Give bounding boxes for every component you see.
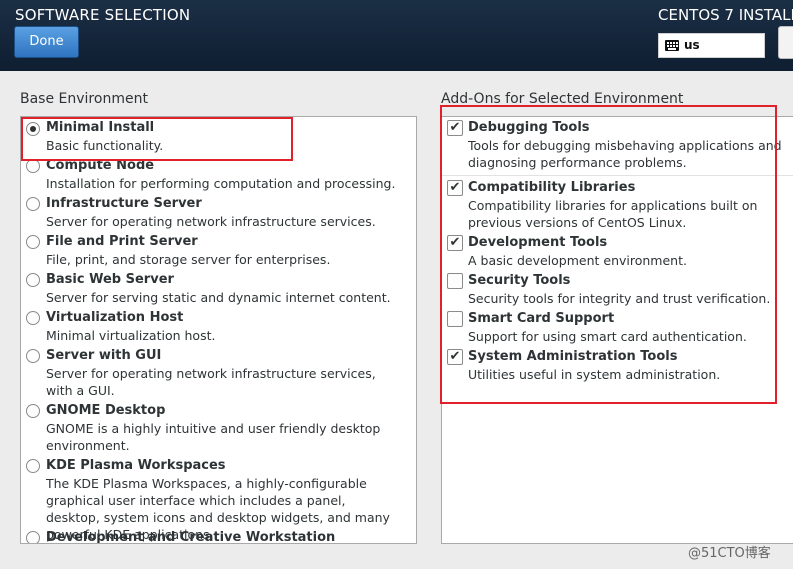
help-button[interactable] xyxy=(778,26,793,59)
env-name: GNOME Desktop xyxy=(46,403,166,418)
env-description: Server for operating network infrastruct… xyxy=(46,366,376,398)
annotation-box-minimal-install xyxy=(21,117,293,161)
page-title: SOFTWARE SELECTION xyxy=(15,6,191,24)
product-title: CENTOS 7 INSTALL xyxy=(658,6,793,24)
env-description: Server for operating network infrastruct… xyxy=(46,214,376,229)
annotation-box-addons xyxy=(440,105,777,404)
env-development-workstation[interactable]: Development and Creative Workstation xyxy=(21,530,416,544)
env-name: Virtualization Host xyxy=(46,310,184,325)
env-gnome-desktop[interactable]: GNOME Desktop GNOME is a highly intuitiv… xyxy=(21,403,416,456)
base-environment-title: Base Environment xyxy=(20,91,148,107)
env-file-print-server[interactable]: File and Print Server File, print, and s… xyxy=(21,234,416,270)
env-description: Installation for performing computation … xyxy=(46,176,396,191)
radio-kde-plasma[interactable] xyxy=(26,459,40,473)
env-virtualization-host[interactable]: Virtualization Host Minimal virtualizati… xyxy=(21,310,416,346)
keyboard-icon xyxy=(665,40,679,51)
env-description: GNOME is a highly intuitive and user fri… xyxy=(46,421,381,453)
radio-development-workstation[interactable] xyxy=(26,531,40,543)
env-infrastructure-server[interactable]: Infrastructure Server Server for operati… xyxy=(21,196,416,232)
keyboard-layout-value: us xyxy=(684,38,700,52)
env-name: File and Print Server xyxy=(46,234,198,249)
env-name: KDE Plasma Workspaces xyxy=(46,458,226,473)
base-environment-list: Minimal Install Basic functionality. Com… xyxy=(20,116,417,544)
env-name: Infrastructure Server xyxy=(46,196,202,211)
watermark: @51CTO博客 xyxy=(688,546,771,561)
env-name: Development and Creative Workstation xyxy=(46,530,336,544)
env-description: File, print, and storage server for ente… xyxy=(46,252,331,267)
radio-compute-node[interactable] xyxy=(26,159,40,173)
env-name: Basic Web Server xyxy=(46,272,174,287)
done-button[interactable]: Done xyxy=(14,26,79,58)
keyboard-layout-indicator[interactable]: us xyxy=(658,33,765,58)
radio-file-print-server[interactable] xyxy=(26,235,40,249)
env-server-with-gui[interactable]: Server with GUI Server for operating net… xyxy=(21,348,416,401)
radio-server-with-gui[interactable] xyxy=(26,349,40,363)
env-kde-plasma[interactable]: KDE Plasma Workspaces The KDE Plasma Wor… xyxy=(21,458,416,542)
env-name: Server with GUI xyxy=(46,348,162,363)
radio-virtualization-host[interactable] xyxy=(26,311,40,325)
env-description: Server for serving static and dynamic in… xyxy=(46,290,391,305)
env-description: Minimal virtualization host. xyxy=(46,328,216,343)
radio-infrastructure-server[interactable] xyxy=(26,197,40,211)
env-basic-web-server[interactable]: Basic Web Server Server for serving stat… xyxy=(21,272,416,308)
env-compute-node[interactable]: Compute Node Installation for performing… xyxy=(21,158,416,194)
header-bar: SOFTWARE SELECTION Done CENTOS 7 INSTALL… xyxy=(0,0,793,71)
radio-basic-web-server[interactable] xyxy=(26,273,40,287)
radio-gnome-desktop[interactable] xyxy=(26,404,40,418)
